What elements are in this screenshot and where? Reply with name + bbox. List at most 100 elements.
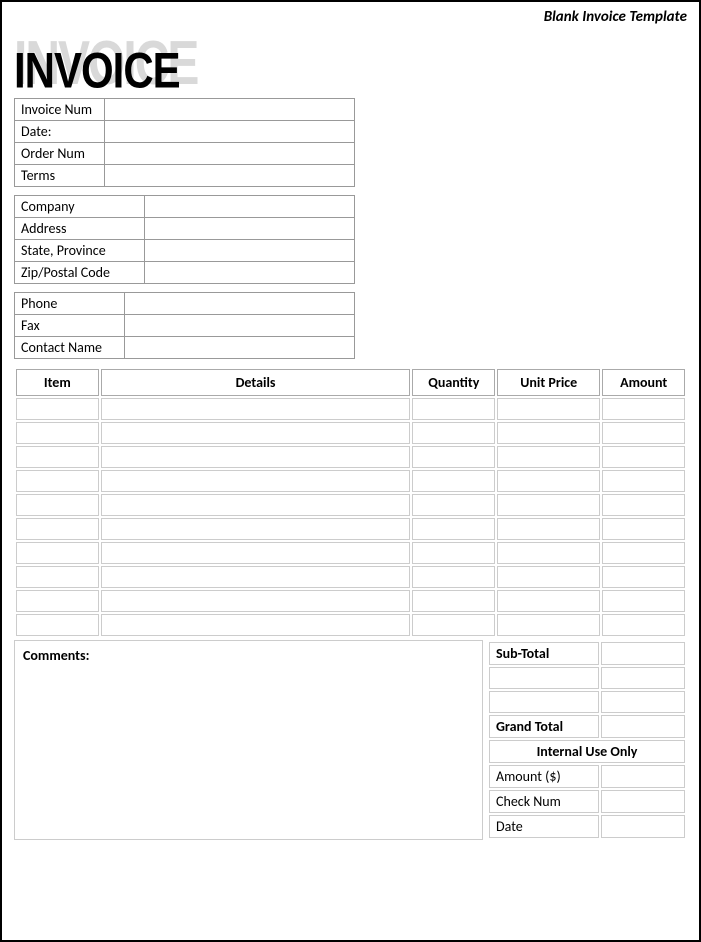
invoice-num-label: Invoice Num bbox=[15, 99, 105, 121]
cell-price[interactable] bbox=[497, 398, 600, 420]
company-field[interactable] bbox=[145, 196, 355, 218]
cell-price[interactable] bbox=[497, 590, 600, 612]
cell-qty[interactable] bbox=[412, 446, 495, 468]
logo-front: INVOICE bbox=[14, 42, 180, 100]
fax-field[interactable] bbox=[125, 315, 355, 337]
table-row bbox=[16, 566, 685, 588]
internal-amount-field[interactable] bbox=[601, 765, 685, 788]
cell-item[interactable] bbox=[16, 446, 99, 468]
cell-amount[interactable] bbox=[602, 518, 685, 540]
cell-item[interactable] bbox=[16, 470, 99, 492]
table-row bbox=[16, 398, 685, 420]
cell-amount[interactable] bbox=[602, 542, 685, 564]
cell-details[interactable] bbox=[101, 542, 411, 564]
phone-field[interactable] bbox=[125, 293, 355, 315]
table-row bbox=[16, 470, 685, 492]
table-row bbox=[16, 422, 685, 444]
table-row bbox=[16, 446, 685, 468]
cell-amount[interactable] bbox=[602, 590, 685, 612]
cell-amount[interactable] bbox=[602, 398, 685, 420]
cell-amount[interactable] bbox=[602, 614, 685, 636]
totals-blank1-label bbox=[489, 667, 599, 689]
check-num-field[interactable] bbox=[601, 790, 685, 813]
cell-price[interactable] bbox=[497, 614, 600, 636]
cell-item[interactable] bbox=[16, 494, 99, 516]
cell-qty[interactable] bbox=[412, 494, 495, 516]
cell-price[interactable] bbox=[497, 422, 600, 444]
invoice-page: Blank Invoice Template INVOICE INVOICE I… bbox=[0, 0, 701, 942]
phone-label: Phone bbox=[15, 293, 125, 315]
terms-field[interactable] bbox=[105, 165, 355, 187]
cell-qty[interactable] bbox=[412, 614, 495, 636]
cell-qty[interactable] bbox=[412, 422, 495, 444]
company-label: Company bbox=[15, 196, 145, 218]
cell-qty[interactable] bbox=[412, 566, 495, 588]
contact-name-field[interactable] bbox=[125, 337, 355, 359]
invoice-logo: INVOICE INVOICE bbox=[14, 28, 687, 88]
cell-price[interactable] bbox=[497, 446, 600, 468]
cell-qty[interactable] bbox=[412, 398, 495, 420]
cell-amount[interactable] bbox=[602, 446, 685, 468]
cell-amount[interactable] bbox=[602, 566, 685, 588]
col-details-header: Details bbox=[101, 369, 411, 396]
comments-box[interactable]: Comments: bbox=[14, 640, 483, 840]
terms-label: Terms bbox=[15, 165, 105, 187]
cell-amount[interactable] bbox=[602, 494, 685, 516]
col-price-header: Unit Price bbox=[497, 369, 600, 396]
grand-total-field[interactable] bbox=[601, 715, 685, 738]
table-row bbox=[16, 494, 685, 516]
cell-details[interactable] bbox=[101, 494, 411, 516]
totals-blank2-field[interactable] bbox=[601, 691, 685, 713]
internal-date-label: Date bbox=[489, 815, 599, 838]
cell-details[interactable] bbox=[101, 470, 411, 492]
cell-amount[interactable] bbox=[602, 422, 685, 444]
cell-qty[interactable] bbox=[412, 518, 495, 540]
cell-price[interactable] bbox=[497, 494, 600, 516]
cell-details[interactable] bbox=[101, 446, 411, 468]
col-amount-header: Amount bbox=[602, 369, 685, 396]
cell-price[interactable] bbox=[497, 518, 600, 540]
cell-item[interactable] bbox=[16, 590, 99, 612]
totals-blank1-field[interactable] bbox=[601, 667, 685, 689]
date-label: Date: bbox=[15, 121, 105, 143]
cell-details[interactable] bbox=[101, 566, 411, 588]
grand-total-label: Grand Total bbox=[489, 715, 599, 738]
subtotal-label: Sub-Total bbox=[489, 642, 599, 665]
company-info-block: Company Address State, Province Zip/Post… bbox=[14, 195, 355, 284]
invoice-num-field[interactable] bbox=[105, 99, 355, 121]
cell-details[interactable] bbox=[101, 614, 411, 636]
cell-qty[interactable] bbox=[412, 590, 495, 612]
cell-item[interactable] bbox=[16, 398, 99, 420]
cell-qty[interactable] bbox=[412, 470, 495, 492]
cell-details[interactable] bbox=[101, 422, 411, 444]
address-field[interactable] bbox=[145, 218, 355, 240]
zip-label: Zip/Postal Code bbox=[15, 262, 145, 284]
internal-amount-label: Amount ($) bbox=[489, 765, 599, 788]
zip-field[interactable] bbox=[145, 262, 355, 284]
comments-label: Comments: bbox=[23, 647, 89, 664]
internal-use-header: Internal Use Only bbox=[489, 740, 685, 763]
cell-item[interactable] bbox=[16, 518, 99, 540]
cell-item[interactable] bbox=[16, 422, 99, 444]
line-items-table: Item Details Quantity Unit Price Amount bbox=[14, 367, 687, 638]
check-num-label: Check Num bbox=[489, 790, 599, 813]
cell-item[interactable] bbox=[16, 566, 99, 588]
cell-details[interactable] bbox=[101, 518, 411, 540]
cell-price[interactable] bbox=[497, 542, 600, 564]
cell-details[interactable] bbox=[101, 398, 411, 420]
cell-price[interactable] bbox=[497, 470, 600, 492]
cell-amount[interactable] bbox=[602, 470, 685, 492]
date-field[interactable] bbox=[105, 121, 355, 143]
order-num-field[interactable] bbox=[105, 143, 355, 165]
contact-info-block: Phone Fax Contact Name bbox=[14, 292, 355, 359]
internal-date-field[interactable] bbox=[601, 815, 685, 838]
cell-item[interactable] bbox=[16, 614, 99, 636]
cell-price[interactable] bbox=[497, 566, 600, 588]
cell-qty[interactable] bbox=[412, 542, 495, 564]
cell-item[interactable] bbox=[16, 542, 99, 564]
col-qty-header: Quantity bbox=[412, 369, 495, 396]
table-row bbox=[16, 614, 685, 636]
state-field[interactable] bbox=[145, 240, 355, 262]
cell-details[interactable] bbox=[101, 590, 411, 612]
subtotal-field[interactable] bbox=[601, 642, 685, 665]
